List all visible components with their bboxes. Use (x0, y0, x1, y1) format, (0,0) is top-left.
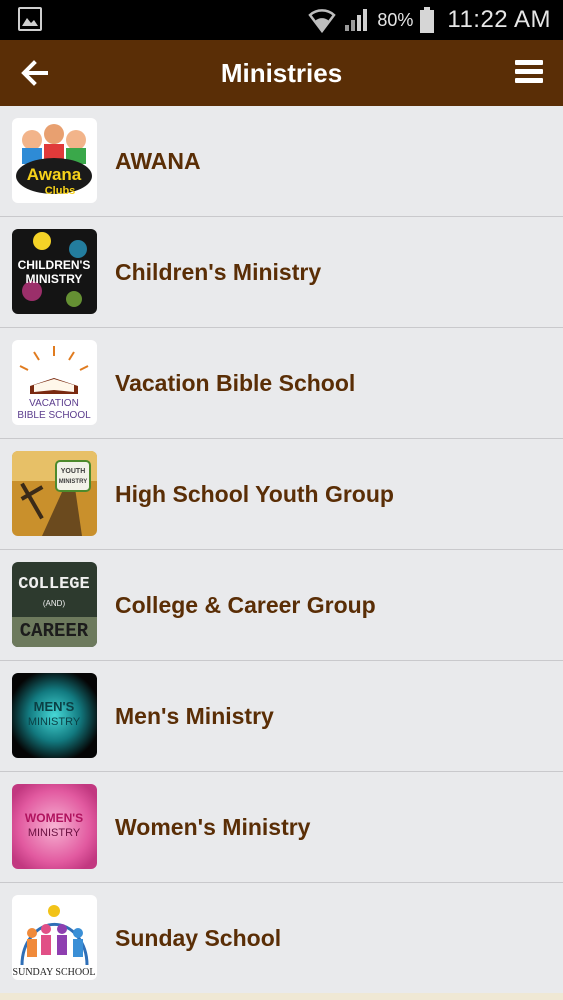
list-item-label: Children's Ministry (115, 259, 322, 285)
list-item-label: Vacation Bible School (115, 370, 356, 396)
list-item-vacation-bible-school[interactable]: VACATION BIBLE SCHOOL Vacation Bible Sch… (0, 328, 563, 439)
logo-text: CAREER (20, 620, 89, 642)
list-item-label: College & Career Group (115, 592, 376, 618)
clock: 11:22 AM (447, 6, 551, 33)
list-item-label: High School Youth Group (115, 481, 394, 507)
app-bar: Ministries (0, 40, 563, 106)
wifi-icon (308, 9, 337, 33)
logo-text: WOMEN'S (25, 811, 83, 825)
youth-ministry-road-logo: YOUTH MINISTRY (12, 451, 97, 536)
logo-text: SUNDAY SCHOOL (13, 967, 96, 978)
logo-text: Clubs (45, 185, 76, 197)
college-and-career-logo: COLLEGE (AND) CAREER (12, 562, 97, 647)
page-title: Ministries (220, 58, 343, 88)
childrens-ministry-logo: CHILDREN'S MINISTRY (12, 229, 97, 314)
logo-text: COLLEGE (18, 575, 89, 594)
ministries-list: Awana Clubs AWANA CHILDREN'S MINISTRY Ch… (0, 106, 563, 994)
menu-icon-bar (515, 69, 543, 74)
logo-text: MINISTRY (28, 716, 81, 728)
list-item-sunday-school[interactable]: SUNDAY SCHOOL Sunday School (0, 883, 563, 994)
list-item-childrens-ministry[interactable]: CHILDREN'S MINISTRY Children's Ministry (0, 217, 563, 328)
list-item-label: AWANA (115, 148, 201, 174)
logo-text: BIBLE SCHOOL (17, 410, 91, 421)
gallery-notification-icon (18, 7, 42, 31)
logo-text: MINISTRY (26, 272, 83, 286)
list-item-womens-ministry[interactable]: WOMEN'S MINISTRY Women's Ministry (0, 772, 563, 883)
status-bar: 80% 11:22 AM (0, 0, 563, 40)
awana-clubs-logo: Awana Clubs (12, 118, 97, 203)
list-item-mens-ministry[interactable]: MEN'S MINISTRY Men's Ministry (0, 661, 563, 772)
list-item-high-school-youth-group[interactable]: YOUTH MINISTRY High School Youth Group (0, 439, 563, 550)
menu-icon-bar (515, 60, 543, 65)
battery-percent: 80% (377, 9, 414, 30)
logo-text: MINISTRY (59, 479, 87, 485)
list-item-label: Women's Ministry (115, 814, 311, 840)
logo-text: Awana (27, 165, 82, 184)
signal-icon (345, 9, 368, 31)
logo-text: MINISTRY (28, 827, 81, 839)
list-item-college-career-group[interactable]: COLLEGE (AND) CAREER College & Career Gr… (0, 550, 563, 661)
logo-text: VACATION (29, 398, 79, 409)
bottom-edge (0, 993, 563, 1000)
sunday-school-people-logo: SUNDAY SCHOOL (12, 895, 97, 980)
list-item-label: Men's Ministry (115, 703, 274, 729)
mens-ministry-logo: MEN'S MINISTRY (12, 673, 97, 758)
menu-button[interactable] (515, 60, 545, 86)
logo-text: (AND) (43, 599, 66, 608)
list-item-awana[interactable]: Awana Clubs AWANA (0, 106, 563, 217)
menu-icon-bar (515, 78, 543, 83)
logo-text: CHILDREN'S (18, 258, 91, 272)
womens-ministry-logo: WOMEN'S MINISTRY (12, 784, 97, 869)
list-item-label: Sunday School (115, 925, 282, 951)
logo-text: MEN'S (34, 699, 75, 714)
battery-icon (420, 7, 435, 33)
vbs-open-book-logo: VACATION BIBLE SCHOOL (12, 340, 97, 425)
logo-text: YOUTH (61, 468, 86, 475)
